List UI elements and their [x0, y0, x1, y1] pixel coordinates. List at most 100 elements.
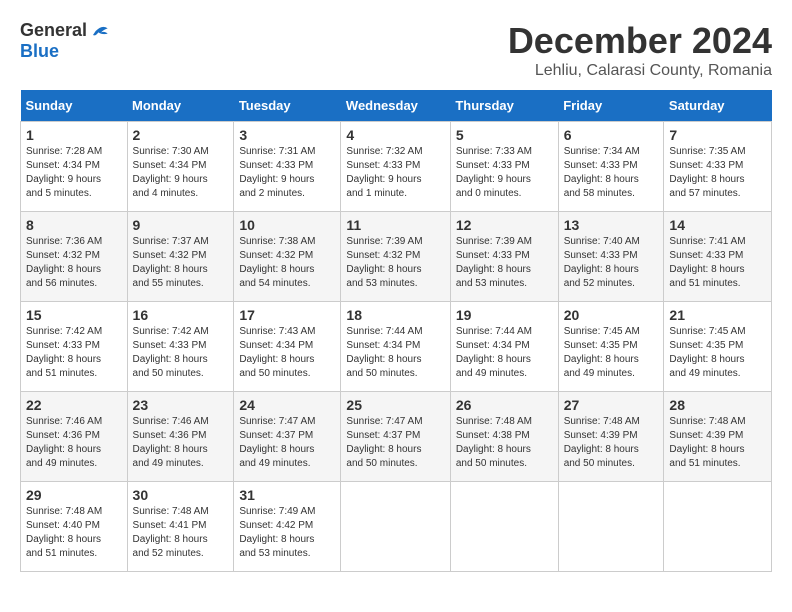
calendar-day-cell: 19 Sunrise: 7:44 AMSunset: 4:34 PMDayligh… — [450, 302, 558, 392]
day-sun-info: Sunrise: 7:46 AMSunset: 4:36 PMDaylight:… — [133, 415, 229, 471]
day-number: 31 — [239, 487, 335, 503]
day-of-week-header: Wednesday — [341, 90, 450, 122]
day-sun-info: Sunrise: 7:47 AMSunset: 4:37 PMDaylight:… — [346, 415, 444, 471]
day-sun-info: Sunrise: 7:45 AMSunset: 4:35 PMDaylight:… — [564, 325, 659, 381]
day-sun-info: Sunrise: 7:44 AMSunset: 4:34 PMDaylight:… — [456, 325, 553, 381]
day-sun-info: Sunrise: 7:48 AMSunset: 4:39 PMDaylight:… — [564, 415, 659, 471]
day-number: 24 — [239, 397, 335, 413]
calendar-day-cell: 22 Sunrise: 7:46 AMSunset: 4:36 PMDayligh… — [21, 392, 128, 482]
day-of-week-header: Thursday — [450, 90, 558, 122]
day-number: 23 — [133, 397, 229, 413]
day-number: 20 — [564, 307, 659, 323]
calendar-header-row: SundayMondayTuesdayWednesdayThursdayFrid… — [21, 90, 772, 122]
location-text: Lehliu, Calarasi County, Romania — [508, 62, 772, 80]
day-sun-info: Sunrise: 7:33 AMSunset: 4:33 PMDaylight:… — [456, 145, 553, 201]
calendar-day-cell: 3Sunrise: 7:31 AMSunset: 4:33 PMDaylight… — [234, 122, 341, 212]
day-number: 2 — [133, 127, 229, 143]
calendar-day-cell: 20 Sunrise: 7:45 AMSunset: 4:35 PMDayligh… — [558, 302, 664, 392]
calendar-day-cell: 12 Sunrise: 7:39 AMSunset: 4:33 PMDayligh… — [450, 212, 558, 302]
day-sun-info: Sunrise: 7:35 AMSunset: 4:33 PMDaylight:… — [669, 145, 766, 201]
day-number: 1 — [26, 127, 122, 143]
day-number: 30 — [133, 487, 229, 503]
day-number: 11 — [346, 217, 444, 233]
day-number: 13 — [564, 217, 659, 233]
day-sun-info: Sunrise: 7:36 AMSunset: 4:32 PMDaylight:… — [26, 235, 122, 291]
calendar-day-cell — [341, 482, 450, 572]
day-number: 27 — [564, 397, 659, 413]
day-of-week-header: Monday — [127, 90, 234, 122]
calendar-week-row: 1 Sunrise: 7:28 AMSunset: 4:34 PMDaylight… — [21, 122, 772, 212]
calendar-day-cell: 9Sunrise: 7:37 AMSunset: 4:32 PMDaylight… — [127, 212, 234, 302]
day-sun-info: Sunrise: 7:48 AMSunset: 4:40 PMDaylight:… — [26, 505, 122, 561]
logo: General Blue — [20, 20, 109, 62]
day-sun-info: Sunrise: 7:31 AMSunset: 4:33 PMDaylight:… — [239, 145, 335, 201]
calendar-day-cell: 28 Sunrise: 7:48 AMSunset: 4:39 PMDayligh… — [664, 392, 772, 482]
day-of-week-header: Saturday — [664, 90, 772, 122]
calendar-day-cell: 6Sunrise: 7:34 AMSunset: 4:33 PMDaylight… — [558, 122, 664, 212]
calendar-day-cell: 24 Sunrise: 7:47 AMSunset: 4:37 PMDayligh… — [234, 392, 341, 482]
calendar-week-row: 8 Sunrise: 7:36 AMSunset: 4:32 PMDaylight… — [21, 212, 772, 302]
day-of-week-header: Tuesday — [234, 90, 341, 122]
calendar-day-cell: 14 Sunrise: 7:41 AMSunset: 4:33 PMDayligh… — [664, 212, 772, 302]
day-sun-info: Sunrise: 7:30 AMSunset: 4:34 PMDaylight:… — [133, 145, 229, 201]
month-title: December 2024 — [508, 20, 772, 62]
day-sun-info: Sunrise: 7:48 AMSunset: 4:39 PMDaylight:… — [669, 415, 766, 471]
day-sun-info: Sunrise: 7:45 AMSunset: 4:35 PMDaylight:… — [669, 325, 766, 381]
day-sun-info: Sunrise: 7:44 AMSunset: 4:34 PMDaylight:… — [346, 325, 444, 381]
day-number: 7 — [669, 127, 766, 143]
day-number: 10 — [239, 217, 335, 233]
calendar-day-cell: 2 Sunrise: 7:30 AMSunset: 4:34 PMDaylight… — [127, 122, 234, 212]
day-number: 4 — [346, 127, 444, 143]
calendar-day-cell: 21 Sunrise: 7:45 AMSunset: 4:35 PMDayligh… — [664, 302, 772, 392]
calendar-day-cell: 18 Sunrise: 7:44 AMSunset: 4:34 PMDayligh… — [341, 302, 450, 392]
calendar-day-cell: 16 Sunrise: 7:42 AMSunset: 4:33 PMDayligh… — [127, 302, 234, 392]
calendar-day-cell: 10 Sunrise: 7:38 AMSunset: 4:32 PMDayligh… — [234, 212, 341, 302]
day-number: 8 — [26, 217, 122, 233]
day-sun-info: Sunrise: 7:39 AMSunset: 4:33 PMDaylight:… — [456, 235, 553, 291]
day-sun-info: Sunrise: 7:48 AMSunset: 4:38 PMDaylight:… — [456, 415, 553, 471]
calendar-week-row: 29Sunrise: 7:48 AMSunset: 4:40 PMDayligh… — [21, 482, 772, 572]
logo-general-text: General — [20, 20, 87, 41]
day-sun-info: Sunrise: 7:46 AMSunset: 4:36 PMDaylight:… — [26, 415, 122, 471]
calendar-day-cell: 29Sunrise: 7:48 AMSunset: 4:40 PMDayligh… — [21, 482, 128, 572]
day-number: 17 — [239, 307, 335, 323]
page-header: General Blue December 2024 Lehliu, Calar… — [20, 20, 772, 80]
title-section: December 2024 Lehliu, Calarasi County, R… — [508, 20, 772, 80]
day-of-week-header: Friday — [558, 90, 664, 122]
day-number: 15 — [26, 307, 122, 323]
calendar-day-cell: 27 Sunrise: 7:48 AMSunset: 4:39 PMDayligh… — [558, 392, 664, 482]
day-number: 26 — [456, 397, 553, 413]
day-number: 28 — [669, 397, 766, 413]
calendar-day-cell — [664, 482, 772, 572]
day-number: 12 — [456, 217, 553, 233]
day-number: 16 — [133, 307, 229, 323]
day-number: 21 — [669, 307, 766, 323]
calendar-day-cell: 8 Sunrise: 7:36 AMSunset: 4:32 PMDaylight… — [21, 212, 128, 302]
day-sun-info: Sunrise: 7:38 AMSunset: 4:32 PMDaylight:… — [239, 235, 335, 291]
day-sun-info: Sunrise: 7:28 AMSunset: 4:34 PMDaylight:… — [26, 145, 122, 201]
day-number: 19 — [456, 307, 553, 323]
day-sun-info: Sunrise: 7:40 AMSunset: 4:33 PMDaylight:… — [564, 235, 659, 291]
day-number: 5 — [456, 127, 553, 143]
calendar-day-cell: 11 Sunrise: 7:39 AMSunset: 4:32 PMDayligh… — [341, 212, 450, 302]
calendar-day-cell: 5 Sunrise: 7:33 AMSunset: 4:33 PMDaylight… — [450, 122, 558, 212]
day-sun-info: Sunrise: 7:42 AMSunset: 4:33 PMDaylight:… — [133, 325, 229, 381]
calendar-day-cell: 23 Sunrise: 7:46 AMSunset: 4:36 PMDayligh… — [127, 392, 234, 482]
day-sun-info: Sunrise: 7:37 AMSunset: 4:32 PMDaylight:… — [133, 235, 229, 291]
calendar-day-cell: 4Sunrise: 7:32 AMSunset: 4:33 PMDaylight… — [341, 122, 450, 212]
day-sun-info: Sunrise: 7:43 AMSunset: 4:34 PMDaylight:… — [239, 325, 335, 381]
calendar-day-cell — [450, 482, 558, 572]
day-of-week-header: Sunday — [21, 90, 128, 122]
day-sun-info: Sunrise: 7:41 AMSunset: 4:33 PMDaylight:… — [669, 235, 766, 291]
calendar-day-cell: 1 Sunrise: 7:28 AMSunset: 4:34 PMDaylight… — [21, 122, 128, 212]
day-number: 18 — [346, 307, 444, 323]
calendar-day-cell: 30Sunrise: 7:48 AMSunset: 4:41 PMDayligh… — [127, 482, 234, 572]
day-sun-info: Sunrise: 7:39 AMSunset: 4:32 PMDaylight:… — [346, 235, 444, 291]
day-number: 22 — [26, 397, 122, 413]
day-number: 6 — [564, 127, 659, 143]
calendar-day-cell: 17 Sunrise: 7:43 AMSunset: 4:34 PMDayligh… — [234, 302, 341, 392]
logo-blue-text: Blue — [20, 41, 59, 62]
day-number: 14 — [669, 217, 766, 233]
day-sun-info: Sunrise: 7:47 AMSunset: 4:37 PMDaylight:… — [239, 415, 335, 471]
day-sun-info: Sunrise: 7:49 AMSunset: 4:42 PMDaylight:… — [239, 505, 335, 561]
